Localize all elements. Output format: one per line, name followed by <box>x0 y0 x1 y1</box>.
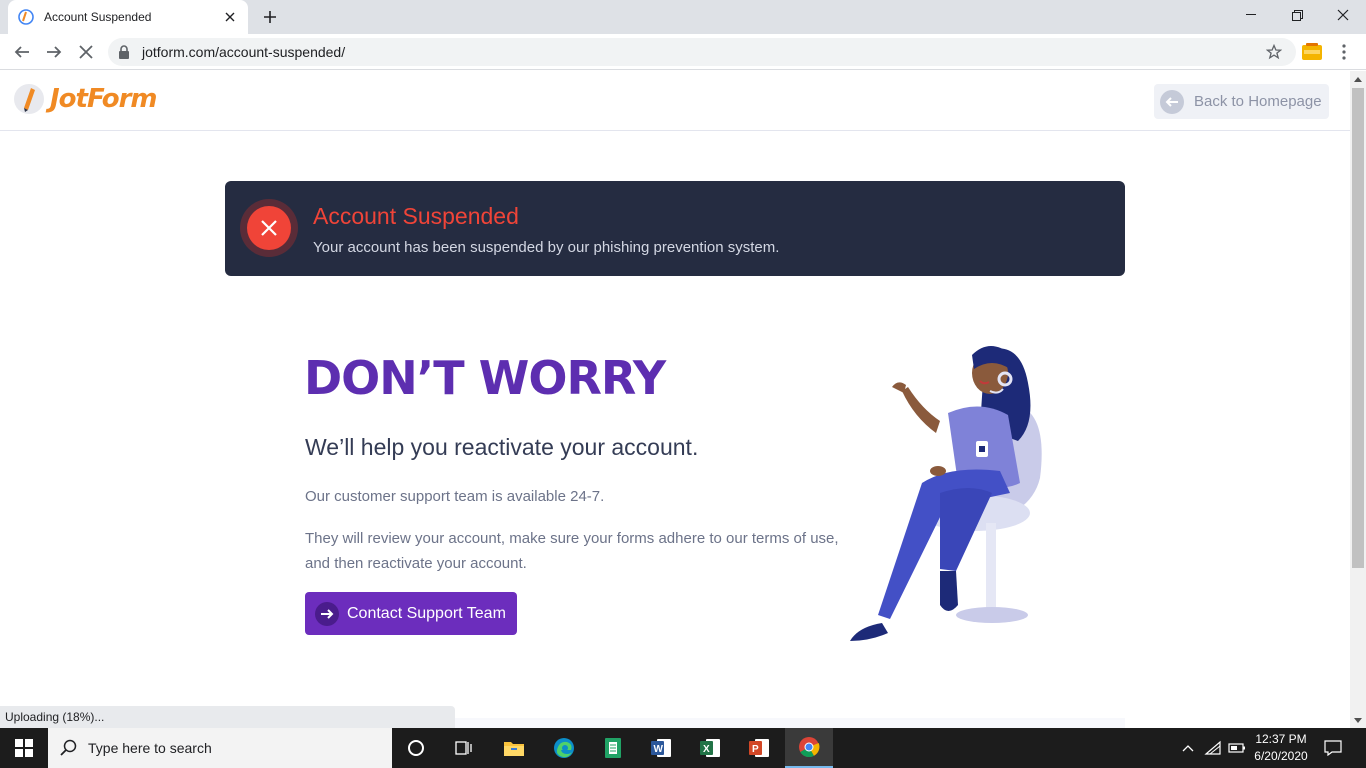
close-window-icon[interactable] <box>1320 0 1366 30</box>
contact-support-label: Contact Support Team <box>347 604 506 622</box>
page-subheading: We’ll help you reactivate your account. <box>305 434 699 460</box>
forward-arrow-icon[interactable] <box>40 38 68 66</box>
browser-menu-icon[interactable] <box>1334 40 1354 64</box>
tab-strip: Account Suspended <box>0 0 1366 34</box>
vertical-scrollbar[interactable] <box>1350 71 1366 728</box>
jotform-logo[interactable]: JotForm <box>12 81 157 117</box>
site-header: JotForm Back to Homepage <box>0 71 1350 131</box>
lock-icon <box>118 45 132 59</box>
new-tab-plus-icon[interactable] <box>258 6 282 28</box>
upload-status-text: Uploading (18%)... <box>5 710 105 724</box>
svg-text:P: P <box>752 744 759 755</box>
footer-edge <box>455 718 1125 728</box>
download-status-bar: Uploading (18%)... <box>0 706 455 728</box>
jotform-logo-mark-icon <box>12 82 46 116</box>
tab-account-suspended[interactable]: Account Suspended <box>8 0 248 34</box>
alert-message: Your account has been suspended by our p… <box>313 239 780 256</box>
clock-date: 6/20/2020 <box>1254 749 1308 763</box>
system-clock[interactable]: 12:37 PM 6/20/2020 <box>1248 731 1314 765</box>
svg-text:W: W <box>654 744 664 755</box>
url-text: jotform.com/account-suspended/ <box>142 44 346 60</box>
chrome-icon[interactable] <box>785 728 833 768</box>
contact-support-button[interactable]: Contact Support Team <box>305 592 517 635</box>
taskbar-search-box[interactable]: Type here to search <box>48 728 392 768</box>
network-icon[interactable] <box>1203 738 1223 758</box>
word-icon[interactable]: W <box>637 728 685 768</box>
arrow-right-circle-icon <box>315 601 339 626</box>
back-arrow-icon[interactable] <box>8 38 36 66</box>
svg-text:X: X <box>703 744 710 755</box>
error-x-icon <box>240 199 298 257</box>
scrollbar-thumb[interactable] <box>1352 88 1364 568</box>
jotform-favicon-icon <box>18 9 34 25</box>
windows-start-icon[interactable] <box>0 728 48 768</box>
back-to-homepage-label: Back to Homepage <box>1194 93 1322 110</box>
action-center-icon[interactable] <box>1320 736 1346 760</box>
windows-taskbar: Type here to search W X P 12:37 PM 6/20/… <box>0 728 1366 768</box>
excel-icon[interactable]: X <box>686 728 734 768</box>
edge-browser-icon[interactable] <box>540 728 588 768</box>
logo-text: JotForm <box>50 84 157 114</box>
minimize-icon[interactable] <box>1228 0 1274 30</box>
scroll-down-icon[interactable] <box>1350 712 1366 728</box>
support-review-text: They will review your account, make sure… <box>305 530 839 572</box>
show-hidden-icons-icon[interactable] <box>1178 738 1198 758</box>
scroll-up-icon[interactable] <box>1350 71 1366 87</box>
restore-icon[interactable] <box>1274 0 1320 30</box>
support-availability-text: Our customer support team is available 2… <box>305 488 605 505</box>
clock-time: 12:37 PM <box>1255 732 1307 746</box>
search-placeholder: Type here to search <box>88 740 212 756</box>
back-to-homepage-button[interactable]: Back to Homepage <box>1154 84 1329 119</box>
bookmark-star-icon[interactable] <box>1266 44 1282 60</box>
browser-toolbar: jotform.com/account-suspended/ <box>0 34 1366 70</box>
cortana-icon[interactable] <box>392 728 440 768</box>
extension-icon[interactable] <box>1301 42 1323 62</box>
battery-icon[interactable] <box>1227 738 1247 758</box>
tab-title: Account Suspended <box>44 10 152 24</box>
page-headline: DON’T WORRY <box>304 351 666 405</box>
search-icon <box>60 739 78 757</box>
suspension-alert: Account Suspended Your account has been … <box>225 181 1125 276</box>
alert-title: Account Suspended <box>313 203 519 229</box>
task-view-icon[interactable] <box>440 728 488 768</box>
file-explorer-icon[interactable] <box>490 728 538 768</box>
notepad-green-icon[interactable] <box>589 728 637 768</box>
page-viewport: JotForm Back to Homepage Account Suspend… <box>0 71 1350 728</box>
stop-loading-icon[interactable] <box>72 38 100 66</box>
powerpoint-icon[interactable]: P <box>735 728 783 768</box>
address-bar[interactable]: jotform.com/account-suspended/ <box>108 38 1296 66</box>
arrow-left-circle-icon <box>1160 89 1184 114</box>
support-agent-illustration <box>840 343 1055 643</box>
tab-close-icon[interactable] <box>222 9 238 25</box>
